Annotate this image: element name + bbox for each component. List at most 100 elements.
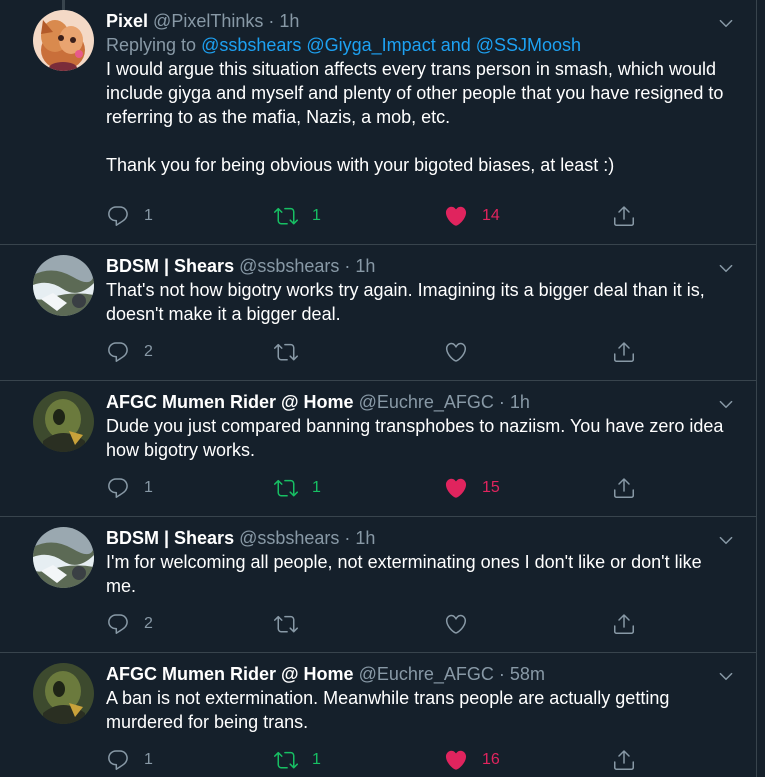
reply-button[interactable]: 1 — [106, 746, 153, 774]
tweet-content: BDSM | Shears @ssbshears · 1h I'm for we… — [106, 526, 733, 598]
retweet-button[interactable]: 1 — [274, 202, 321, 230]
like-count: 15 — [482, 479, 500, 496]
reply-count: 1 — [144, 479, 153, 496]
retweet-button[interactable]: 1 — [274, 746, 321, 774]
reply-count: 2 — [144, 343, 153, 360]
like-button[interactable] — [444, 610, 468, 638]
retweet-count: 1 — [312, 751, 321, 768]
user-handle[interactable]: @Euchre_AFGC — [359, 392, 494, 412]
retweet-button[interactable] — [274, 338, 298, 366]
like-button[interactable]: 16 — [444, 746, 500, 774]
tweet-actions: 2 — [106, 610, 646, 638]
chevron-down-icon[interactable] — [717, 14, 735, 32]
share-button[interactable] — [612, 338, 636, 366]
user-handle[interactable]: @ssbshears — [239, 528, 339, 548]
reply-icon — [106, 340, 130, 364]
chevron-down-icon[interactable] — [717, 531, 735, 549]
tweet-header: Pixel @PixelThinks · 1h — [106, 9, 733, 33]
display-name[interactable]: Pixel — [106, 11, 148, 31]
separator: · — [263, 11, 280, 31]
reply-button[interactable]: 1 — [106, 202, 153, 230]
tweet-actions: 1 1 16 — [106, 746, 646, 774]
avatar[interactable] — [33, 255, 94, 316]
heart-icon — [444, 612, 468, 636]
share-icon — [612, 476, 636, 500]
tweet-header: BDSM | Shears @ssbshears · 1h — [106, 526, 733, 550]
heart-icon — [444, 476, 468, 500]
like-button[interactable]: 15 — [444, 474, 500, 502]
conversation-thread: Pixel @PixelThinks · 1h Replying to @ssb… — [0, 0, 757, 777]
tweet-text: A ban is not extermination. Meanwhile tr… — [106, 688, 675, 732]
tweet-text: I'm for welcoming all people, not exterm… — [106, 552, 707, 596]
tweet-shears-2[interactable]: BDSM | Shears @ssbshears · 1h I'm for we… — [0, 517, 757, 653]
reply-count: 1 — [144, 751, 153, 768]
display-name[interactable]: AFGC Mumen Rider @ Home — [106, 664, 354, 684]
separator: · — [339, 528, 356, 548]
display-name[interactable]: BDSM | Shears — [106, 256, 234, 276]
share-button[interactable] — [612, 610, 636, 638]
tweet-euchre-2[interactable]: AFGC Mumen Rider @ Home @Euchre_AFGC · 5… — [0, 653, 757, 777]
retweet-icon — [274, 204, 298, 228]
like-button[interactable] — [444, 338, 468, 366]
tweet-header: AFGC Mumen Rider @ Home @Euchre_AFGC · 5… — [106, 662, 733, 686]
retweet-icon — [274, 340, 298, 364]
avatar[interactable] — [33, 527, 94, 588]
retweet-icon — [274, 476, 298, 500]
like-button[interactable]: 14 — [444, 202, 500, 230]
reply-icon — [106, 748, 130, 772]
tweet-text: Dude you just compared banning transphob… — [106, 416, 729, 460]
tweet-text: That's not how bigotry works try again. … — [106, 280, 710, 324]
avatar[interactable] — [33, 391, 94, 452]
tweet-actions: 1 1 15 — [106, 474, 646, 502]
retweet-count: 1 — [312, 479, 321, 496]
share-icon — [612, 612, 636, 636]
reply-count: 1 — [144, 207, 153, 224]
replying-to-mentions[interactable]: @ssbshears @Giyga_Impact and @SSJMoosh — [201, 35, 581, 55]
tweet-header: AFGC Mumen Rider @ Home @Euchre_AFGC · 1… — [106, 390, 733, 414]
tweet-header: BDSM | Shears @ssbshears · 1h — [106, 254, 733, 278]
tweet-shears-1[interactable]: BDSM | Shears @ssbshears · 1h That's not… — [0, 245, 757, 381]
retweet-button[interactable]: 1 — [274, 474, 321, 502]
share-button[interactable] — [612, 474, 636, 502]
reply-button[interactable]: 2 — [106, 338, 153, 366]
avatar[interactable] — [33, 10, 94, 71]
heart-icon — [444, 204, 468, 228]
chevron-down-icon[interactable] — [717, 667, 735, 685]
tweet-euchre-1[interactable]: AFGC Mumen Rider @ Home @Euchre_AFGC · 1… — [0, 381, 757, 517]
timestamp[interactable]: 1h — [279, 11, 299, 31]
display-name[interactable]: BDSM | Shears — [106, 528, 234, 548]
share-button[interactable] — [612, 202, 636, 230]
timestamp[interactable]: 1h — [510, 392, 530, 412]
share-button[interactable] — [612, 746, 636, 774]
display-name[interactable]: AFGC Mumen Rider @ Home — [106, 392, 354, 412]
reply-button[interactable]: 1 — [106, 474, 153, 502]
tweet-actions: 2 — [106, 338, 646, 366]
retweet-icon — [274, 612, 298, 636]
retweet-button[interactable] — [274, 610, 298, 638]
retweet-icon — [274, 748, 298, 772]
separator: · — [339, 256, 356, 276]
tweet-content: BDSM | Shears @ssbshears · 1h That's not… — [106, 254, 733, 326]
timestamp[interactable]: 1h — [355, 528, 375, 548]
retweet-count: 1 — [312, 207, 321, 224]
tweet-actions: 1 1 14 — [106, 202, 646, 230]
timestamp[interactable]: 1h — [355, 256, 375, 276]
heart-icon — [444, 340, 468, 364]
user-handle[interactable]: @Euchre_AFGC — [359, 664, 494, 684]
separator: · — [493, 392, 510, 412]
tweet-content: AFGC Mumen Rider @ Home @Euchre_AFGC · 1… — [106, 390, 733, 462]
avatar[interactable] — [33, 663, 94, 724]
share-icon — [612, 748, 636, 772]
user-handle[interactable]: @ssbshears — [239, 256, 339, 276]
user-handle[interactable]: @PixelThinks — [153, 11, 263, 31]
tweet-content: AFGC Mumen Rider @ Home @Euchre_AFGC · 5… — [106, 662, 733, 734]
chevron-down-icon[interactable] — [717, 395, 735, 413]
chevron-down-icon[interactable] — [717, 259, 735, 277]
timestamp[interactable]: 58m — [510, 664, 545, 684]
share-icon — [612, 204, 636, 228]
tweet-pixel[interactable]: Pixel @PixelThinks · 1h Replying to @ssb… — [0, 0, 757, 245]
like-count: 14 — [482, 207, 500, 224]
replying-to: Replying to @ssbshears @Giyga_Impact and… — [106, 33, 733, 57]
reply-button[interactable]: 2 — [106, 610, 153, 638]
thread-connector — [62, 0, 65, 10]
